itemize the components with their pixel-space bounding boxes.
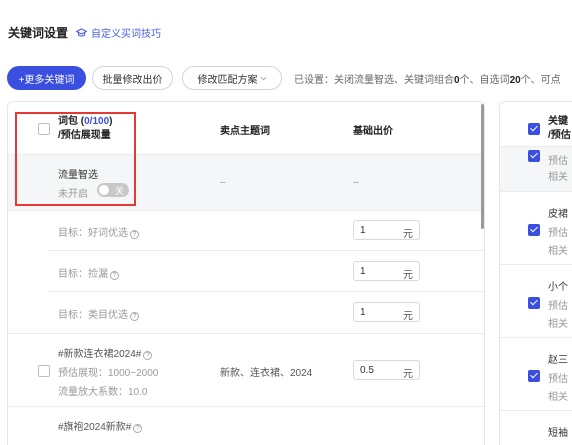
keyword-title: 皮裙 [548, 209, 568, 220]
scrollbar-thumb[interactable] [481, 104, 484, 229]
bid-input[interactable]: 1元 [353, 220, 420, 240]
help-icon[interactable]: ? [130, 230, 139, 239]
row-checkbox[interactable] [528, 297, 540, 309]
keyword-tips-link[interactable]: 自定义买词技巧 [76, 25, 161, 40]
column-header-theme: 卖点主题词 [220, 126, 270, 137]
keyword-title: 赵三 [548, 355, 568, 366]
column-header-keyword: 关键/预估 [548, 116, 571, 141]
smart-traffic-theme: – [220, 177, 226, 188]
select-all-checkbox[interactable] [38, 123, 50, 135]
help-icon[interactable]: ? [110, 271, 119, 280]
row-checkbox[interactable] [528, 150, 540, 162]
keyword-relevance: 相关 [548, 319, 568, 330]
smart-traffic-row [8, 154, 484, 210]
keyword-tips-label: 自定义买词技巧 [91, 29, 162, 40]
target-row-bargain: 目标：捡漏? [58, 265, 119, 280]
package-name: #新款连衣裙2024#? [58, 345, 153, 360]
page-header: 关键词设置 自定义买词技巧 [8, 24, 161, 41]
keyword-package-table: 词包 (0/100) /预估展现量 卖点主题词 基础出价 流量智选 未开启 关 … [7, 101, 485, 445]
help-icon[interactable]: ? [143, 351, 153, 360]
target-row-category: 目标：类目优选? [58, 306, 139, 321]
column-header-bid: 基础出价 [353, 126, 393, 137]
row-checkbox[interactable] [528, 370, 540, 382]
keyword-relevance: 相关 [548, 392, 568, 403]
edit-match-plan-label: 修改匹配方案 [197, 74, 258, 86]
smart-traffic-toggle[interactable]: 关 [97, 183, 129, 197]
batch-edit-bid-button[interactable]: 批量修改出价 [92, 66, 173, 90]
add-keywords-button[interactable]: +更多关键词 [7, 66, 86, 90]
keyword-package-count: 0/100 [84, 116, 110, 127]
package-traffic-factor: 流量放大系数：10.0 [58, 387, 148, 398]
smart-traffic-name: 流量智选 [58, 170, 98, 181]
help-icon[interactable]: ? [130, 312, 139, 321]
row-checkbox[interactable] [528, 224, 540, 236]
keyword-impression: 预估 [548, 228, 568, 239]
keyword-impression: 预估 [548, 156, 568, 167]
target-row-good-words: 目标：好词优选? [58, 224, 139, 239]
settings-status: 已设置：关闭流量智选、关键词组合0个、自选词20个、可点 [294, 74, 561, 86]
chevron-down-icon: ⌵ [260, 73, 267, 82]
smart-traffic-bid: – [353, 177, 359, 188]
page-title: 关键词设置 [8, 26, 69, 40]
toggle-knob [99, 185, 109, 195]
row-checkbox[interactable] [38, 365, 50, 377]
keyword-title: 短袖 [548, 428, 568, 439]
keyword-relevance: 相关 [548, 246, 568, 257]
help-icon[interactable]: ? [133, 424, 143, 433]
package-theme-words: 新款、连衣裙、2024 [220, 368, 313, 379]
edit-match-plan-button[interactable]: 修改匹配方案 ⌵ [182, 66, 282, 90]
select-all-checkbox[interactable] [528, 123, 540, 135]
toolbar: +更多关键词 批量修改出价 修改匹配方案 ⌵ 已设置：关闭流量智选、关键词组合0… [7, 66, 561, 90]
keyword-relevance: 相关 [548, 172, 568, 183]
graduation-cap-icon [76, 27, 88, 37]
keyword-title: 小个 [548, 282, 568, 293]
selected-keywords-panel: 关键/预估 预估 相关 皮裙 预估 相关 小个 预估 相关 赵三 预估 相关 短… [499, 101, 572, 445]
column-header-keyword: 词包 (0/100) /预估展现量 [58, 116, 113, 141]
keyword-impression: 预估 [548, 374, 568, 385]
package-name: #旗袍2024新款#? [58, 418, 143, 433]
bid-input[interactable]: 0.5 元 [353, 360, 420, 380]
smart-traffic-status: 未开启 [58, 189, 88, 200]
bid-input[interactable]: 1元 [353, 261, 420, 281]
keyword-impression: 预估 [548, 301, 568, 312]
package-impression: 预估展现：1000~2000 [58, 368, 159, 379]
bid-input[interactable]: 1元 [353, 302, 420, 322]
toggle-label: 关 [114, 186, 124, 196]
